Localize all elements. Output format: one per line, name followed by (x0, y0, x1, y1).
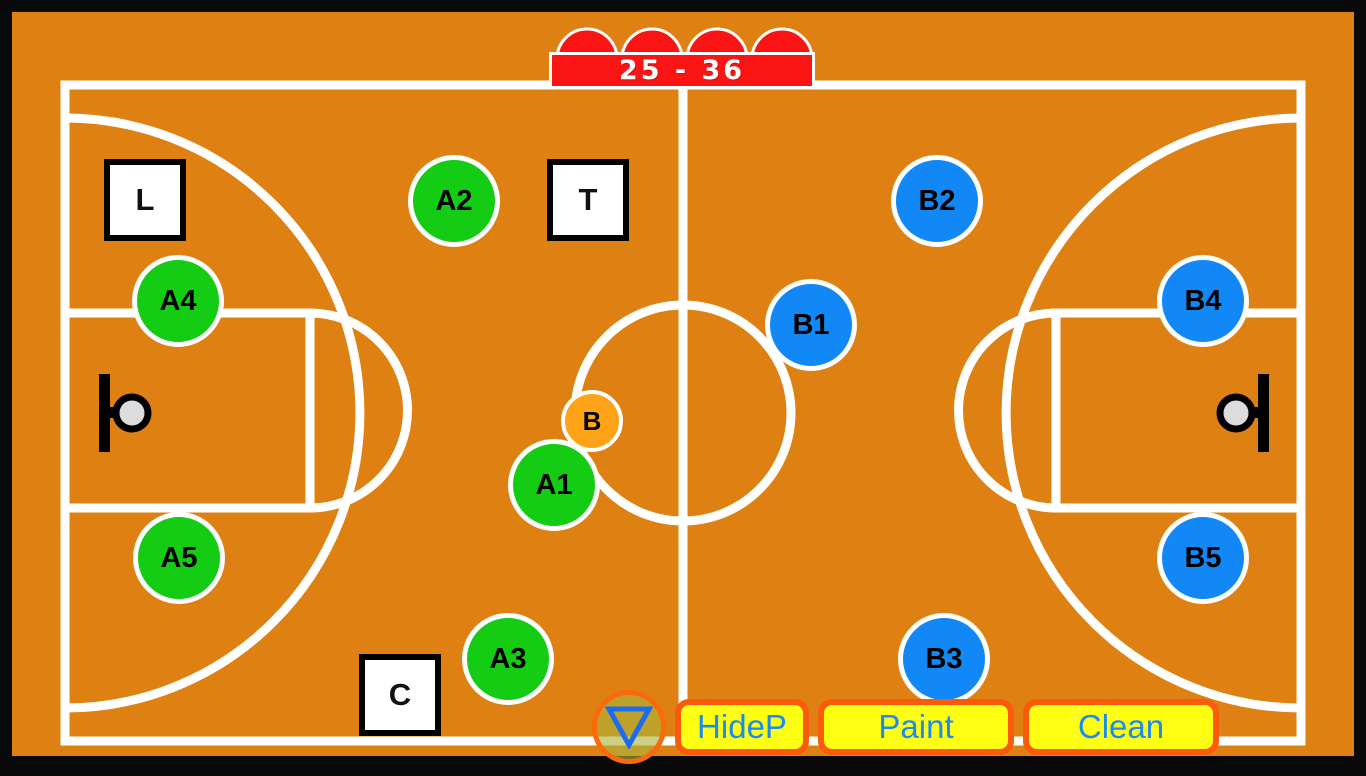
paint-button[interactable]: Paint (818, 699, 1014, 755)
player-token-b1-label: B1 (792, 308, 830, 341)
tool-button-clipboard-label: C (388, 677, 412, 712)
ball-token-label: B (582, 405, 602, 436)
tool-button-clipboard[interactable]: C (359, 654, 441, 736)
player-token-b5-label: B5 (1184, 541, 1222, 574)
player-token-a2[interactable]: A2 (408, 155, 500, 247)
hoop-right-icon (1216, 374, 1269, 452)
hoop-left-icon (99, 374, 152, 452)
scoreboard[interactable]: 25 - 36 (549, 25, 815, 89)
player-token-b5[interactable]: B5 (1157, 512, 1249, 604)
triangle-down-icon (605, 706, 653, 749)
player-token-a4-label: A4 (159, 284, 197, 317)
player-token-a1-label: A1 (535, 468, 573, 501)
tool-button-lineup[interactable]: L (104, 159, 186, 241)
clean-button-label: Clean (1077, 708, 1165, 745)
score-text: 25 - 36 (618, 55, 746, 86)
player-token-a2-label: A2 (435, 184, 473, 217)
paint-button-label: Paint (878, 708, 954, 745)
player-token-a4[interactable]: A4 (132, 255, 224, 347)
bottom-toolbar: HideP Paint Clean (592, 686, 1219, 768)
app-root: L T C A2 A4 A5 A3 A1 B B2 B1 B4 B5 B3 25… (0, 0, 1366, 776)
court-surface[interactable] (12, 12, 1354, 756)
scoreboard-bar[interactable]: 25 - 36 (549, 52, 815, 89)
player-token-b3-label: B3 (925, 642, 963, 675)
player-token-b4-label: B4 (1184, 284, 1222, 317)
tool-button-lineup-label: L (135, 182, 155, 217)
hide-players-button[interactable]: HideP (675, 699, 809, 755)
dropdown-toggle-button[interactable] (592, 690, 666, 764)
player-token-a3-label: A3 (489, 642, 527, 675)
tool-button-text[interactable]: T (547, 159, 629, 241)
tool-button-text-label: T (578, 182, 598, 217)
player-token-b1[interactable]: B1 (765, 279, 857, 371)
player-token-a1[interactable]: A1 (508, 439, 600, 531)
player-token-a5-label: A5 (160, 541, 198, 574)
clean-button[interactable]: Clean (1023, 699, 1219, 755)
player-token-b4[interactable]: B4 (1157, 255, 1249, 347)
player-token-a5[interactable]: A5 (133, 512, 225, 604)
player-token-b2[interactable]: B2 (891, 155, 983, 247)
player-token-b2-label: B2 (918, 184, 956, 217)
player-token-a3[interactable]: A3 (462, 613, 554, 705)
hide-players-button-label: HideP (697, 708, 787, 745)
